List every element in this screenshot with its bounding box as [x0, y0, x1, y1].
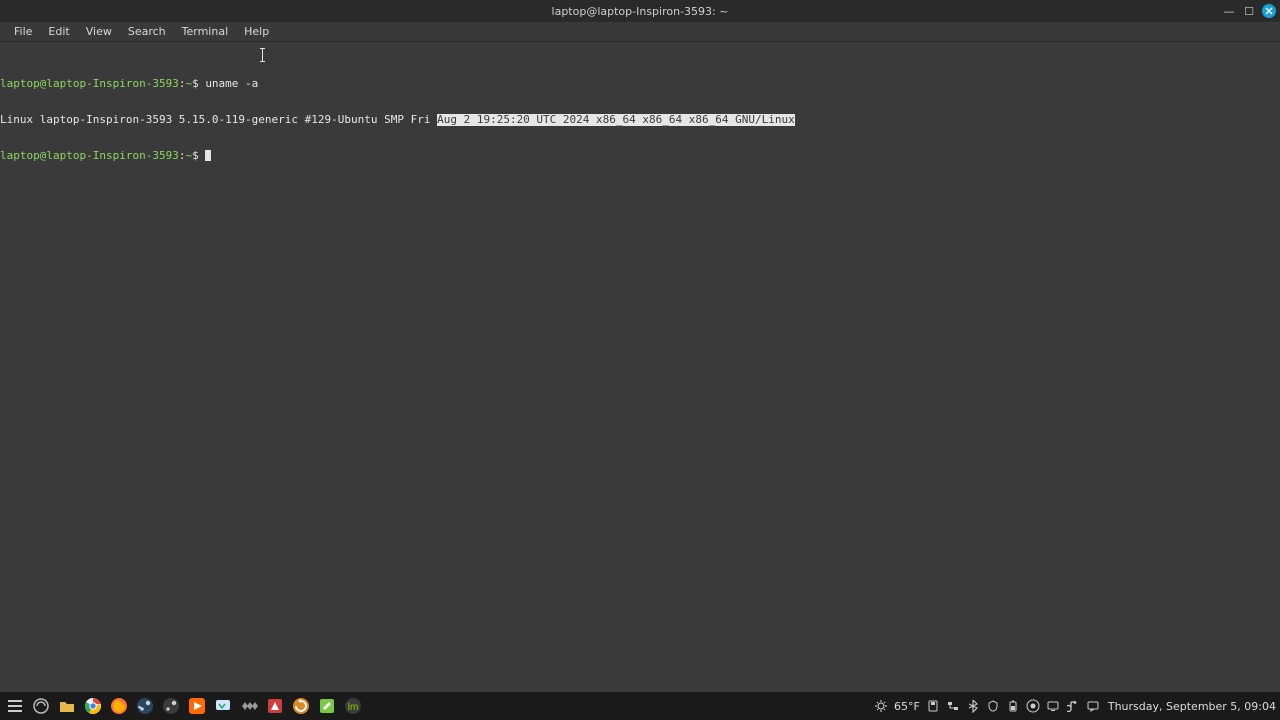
security-icon[interactable]: [986, 699, 1000, 713]
terminal-line-2: Linux laptop-Inspiron-3593 5.15.0-119-ge…: [0, 114, 1280, 126]
mint-menu-icon[interactable]: lm: [342, 695, 364, 717]
menu-terminal[interactable]: Terminal: [174, 23, 237, 40]
terminal-area[interactable]: laptop@laptop-Inspiron-3593:~$ uname -a …: [0, 42, 1280, 692]
prompt-userhost: laptop@laptop-Inspiron-3593: [0, 78, 179, 90]
menu-file[interactable]: File: [6, 23, 40, 40]
sound-icon[interactable]: [1066, 699, 1080, 713]
terminal-cursor: [205, 150, 211, 161]
notifications-icon[interactable]: [1086, 699, 1100, 713]
screen-icon[interactable]: [1046, 699, 1060, 713]
svg-text:lm: lm: [348, 702, 359, 713]
power-icon[interactable]: [1006, 699, 1020, 713]
menu-view[interactable]: View: [78, 23, 120, 40]
chrome-icon[interactable]: [82, 695, 104, 717]
steam-alt-icon[interactable]: [160, 695, 182, 717]
prompt-path-2: ~: [185, 150, 192, 162]
menubar: File Edit View Search Terminal Help: [0, 22, 1280, 42]
firefox-icon[interactable]: [108, 695, 130, 717]
bluetooth-icon[interactable]: [966, 699, 980, 713]
output-plain: Linux laptop-Inspiron-3593 5.15.0-119-ge…: [0, 114, 437, 126]
maximize-button[interactable]: ☐: [1242, 5, 1256, 18]
window-title: laptop@laptop-Inspiron-3593: ~: [552, 5, 729, 18]
vnc-icon[interactable]: [212, 695, 234, 717]
menu-edit[interactable]: Edit: [40, 23, 77, 40]
wired-network-icon[interactable]: [946, 699, 960, 713]
close-button[interactable]: [1262, 4, 1276, 18]
removable-media-icon[interactable]: [926, 699, 940, 713]
menu-icon[interactable]: [4, 695, 26, 717]
obs-alt-icon[interactable]: [238, 695, 260, 717]
update-manager-icon[interactable]: [290, 695, 312, 717]
command-text: uname -a: [205, 78, 258, 90]
prompt-sep: :: [179, 78, 186, 90]
text-cursor-ibeam: [262, 48, 263, 62]
menu-search[interactable]: Search: [120, 23, 174, 40]
terminal-line-3: laptop@laptop-Inspiron-3593:~$: [0, 150, 1280, 162]
prompt-dollar-2: $: [192, 150, 205, 162]
output-selected: Aug 2 19:25:20 UTC 2024 x86_64 x86_64 x8…: [437, 114, 795, 126]
steam-icon[interactable]: [134, 695, 156, 717]
taskbar-launchers: lm: [4, 695, 364, 717]
show-desktop-icon[interactable]: [30, 695, 52, 717]
terminal-line-1: laptop@laptop-Inspiron-3593:~$ uname -a: [0, 78, 1280, 90]
menu-help[interactable]: Help: [236, 23, 277, 40]
adblock-icon[interactable]: [264, 695, 286, 717]
minimize-button[interactable]: —: [1222, 5, 1236, 18]
weather-icon[interactable]: [874, 699, 888, 713]
files-icon[interactable]: [56, 695, 78, 717]
weather-text[interactable]: 65°F: [894, 700, 920, 713]
prompt-userhost-2: laptop@laptop-Inspiron-3593: [0, 150, 179, 162]
pinned-app-icon[interactable]: [316, 695, 338, 717]
prompt-path: ~: [185, 78, 192, 90]
clock-text[interactable]: Thursday, September 5, 09:04: [1108, 700, 1276, 713]
prompt-sep-2: :: [179, 150, 186, 162]
taskbar: lm 65°F: [0, 692, 1280, 720]
taskbar-tray: 65°F: [874, 699, 1276, 713]
prompt-dollar: $: [192, 78, 205, 90]
obs-tray-icon[interactable]: [1026, 699, 1040, 713]
titlebar: laptop@laptop-Inspiron-3593: ~ — ☐: [0, 0, 1280, 22]
media-player-icon[interactable]: [186, 695, 208, 717]
